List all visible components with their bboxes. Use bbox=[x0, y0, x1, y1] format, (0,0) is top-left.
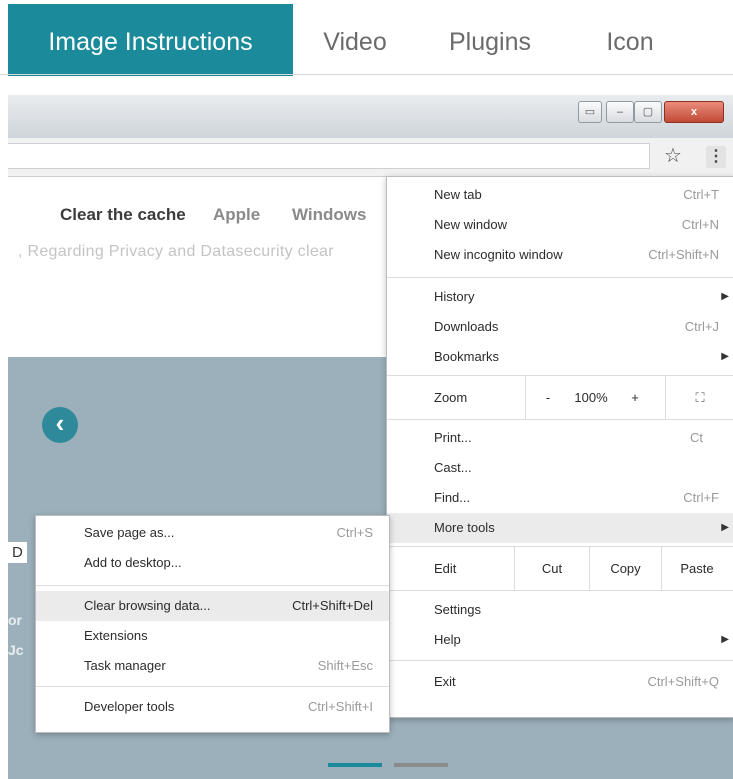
menu-downloads[interactable]: Downloads Ctrl+J bbox=[387, 312, 733, 342]
page-fragment-letter: D bbox=[8, 542, 27, 563]
menu-separator bbox=[387, 590, 733, 591]
window-titlebar: ▭ – ▢ x bbox=[8, 95, 733, 138]
cut-button[interactable]: Cut bbox=[515, 547, 589, 590]
menu-bookmarks[interactable]: Bookmarks ▶ bbox=[387, 342, 733, 372]
menu-new-incognito[interactable]: New incognito window Ctrl+Shift+N bbox=[387, 240, 733, 270]
chevron-right-icon: ▶ bbox=[721, 351, 729, 362]
fullscreen-icon[interactable]: ⛶ bbox=[675, 376, 725, 419]
chevron-right-icon: ▶ bbox=[721, 522, 729, 533]
edit-label: Edit bbox=[434, 561, 457, 576]
zoom-level: 100% bbox=[574, 390, 608, 405]
menu-separator bbox=[36, 585, 389, 586]
tab-image-instructions[interactable]: Image Instructions bbox=[8, 4, 293, 76]
submenu-save-page[interactable]: Save page as... Ctrl+S bbox=[36, 518, 389, 548]
menu-separator bbox=[387, 660, 733, 661]
submenu-add-desktop[interactable]: Add to desktop... bbox=[36, 548, 389, 578]
menu-separator bbox=[387, 419, 733, 420]
close-button[interactable]: x bbox=[664, 101, 724, 123]
minimize-button[interactable]: – bbox=[606, 101, 634, 123]
copy-button[interactable]: Copy bbox=[590, 547, 661, 590]
tab-icon[interactable]: Icon bbox=[575, 4, 685, 76]
menu-settings[interactable]: Settings bbox=[387, 595, 733, 625]
slide-dot[interactable] bbox=[328, 763, 382, 767]
chevron-right-icon: ▶ bbox=[721, 634, 729, 645]
nav-clear-cache[interactable]: Clear the cache bbox=[60, 205, 186, 225]
tab-plugins[interactable]: Plugins bbox=[420, 4, 560, 76]
slide-dot[interactable] bbox=[394, 763, 448, 767]
page-intro-text: , Regarding Privacy and Datasecurity cle… bbox=[18, 243, 334, 260]
menu-new-tab[interactable]: New tab Ctrl+T bbox=[387, 180, 733, 210]
menu-help[interactable]: Help ▶ bbox=[387, 625, 733, 655]
browser-screenshot: ▭ – ▢ x ☆ ⋮ Clear the cache Apple Window… bbox=[8, 95, 733, 779]
zoom-in-button[interactable]: + bbox=[623, 376, 647, 419]
menu-new-window[interactable]: New window Ctrl+N bbox=[387, 210, 733, 240]
nav-apple[interactable]: Apple bbox=[213, 205, 260, 225]
chevron-right-icon: ▶ bbox=[721, 291, 729, 302]
zoom-out-button[interactable]: - bbox=[535, 376, 561, 419]
page-fragment-1: or bbox=[8, 612, 22, 628]
zoom-divider bbox=[665, 376, 666, 419]
menu-print[interactable]: Print... Ct bbox=[387, 423, 733, 453]
prev-slide-arrow-icon[interactable]: ‹ bbox=[42, 407, 78, 443]
instruction-tabs: Image Instructions Video Plugins Icon bbox=[0, 0, 733, 80]
paste-button[interactable]: Paste bbox=[662, 547, 732, 590]
submenu-clear-browsing-data[interactable]: Clear browsing data... Ctrl+Shift+Del bbox=[36, 591, 389, 621]
maximize-button[interactable]: ▢ bbox=[634, 101, 662, 123]
menu-exit[interactable]: Exit Ctrl+Shift+Q bbox=[387, 667, 733, 697]
menu-separator bbox=[387, 277, 733, 278]
menu-zoom-row: Zoom - 100% + ⛶ bbox=[387, 376, 733, 419]
menu-edit-row: Edit Cut Copy Paste bbox=[387, 547, 733, 590]
menu-find[interactable]: Find... Ctrl+F bbox=[387, 483, 733, 513]
user-icon[interactable]: ▭ bbox=[578, 101, 602, 123]
menu-kebab-icon[interactable]: ⋮ bbox=[706, 146, 726, 168]
menu-cast[interactable]: Cast... bbox=[387, 453, 733, 483]
submenu-task-manager[interactable]: Task manager Shift+Esc bbox=[36, 651, 389, 681]
nav-windows[interactable]: Windows bbox=[292, 205, 366, 225]
menu-separator bbox=[36, 686, 389, 687]
address-input[interactable] bbox=[8, 143, 650, 169]
zoom-divider bbox=[525, 376, 526, 419]
more-tools-submenu: Save page as... Ctrl+S Add to desktop... … bbox=[35, 515, 390, 733]
star-icon[interactable]: ☆ bbox=[664, 144, 682, 168]
chrome-main-menu: New tab Ctrl+T New window Ctrl+N New incog… bbox=[386, 176, 733, 718]
zoom-label: Zoom bbox=[434, 390, 468, 405]
tabs-divider bbox=[0, 74, 733, 75]
menu-more-tools[interactable]: More tools ▶ bbox=[387, 513, 733, 543]
menu-history[interactable]: History ▶ bbox=[387, 282, 733, 312]
address-bar-row: ☆ ⋮ bbox=[8, 138, 733, 177]
tab-video[interactable]: Video bbox=[300, 4, 410, 76]
page-fragment-2: Jc bbox=[8, 642, 24, 658]
submenu-extensions[interactable]: Extensions bbox=[36, 621, 389, 651]
submenu-developer-tools[interactable]: Developer tools Ctrl+Shift+I bbox=[36, 692, 389, 722]
